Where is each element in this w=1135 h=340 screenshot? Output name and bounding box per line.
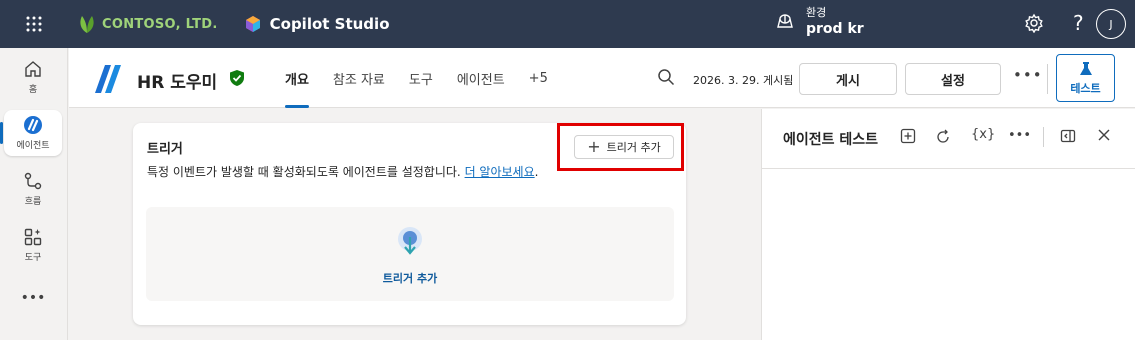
add-square-icon	[900, 128, 916, 144]
environment-value: prod kr	[806, 21, 864, 37]
contoso-logo-icon	[80, 16, 94, 33]
left-navigation: 홈 에이전트 흐름 도구 •••	[0, 48, 68, 340]
search-icon	[658, 69, 675, 86]
app-launcher-button[interactable]	[0, 0, 68, 48]
learn-more-link[interactable]: 더 알아보세요	[465, 165, 535, 179]
agent-avatar	[91, 65, 123, 97]
org-name: CONTOSO, LTD.	[102, 16, 218, 32]
test-button[interactable]: 테스트	[1056, 54, 1115, 102]
tab-overview[interactable]: 개요	[273, 48, 321, 108]
settings-button[interactable]	[1024, 13, 1044, 37]
close-panel-button[interactable]	[1097, 128, 1111, 146]
panel-more-button[interactable]: •••	[1008, 128, 1031, 143]
highlight-box	[557, 123, 684, 171]
nav-more-button[interactable]: •••	[4, 278, 62, 318]
nav-item-agents[interactable]: 에이전트	[4, 110, 62, 156]
gear-icon	[1025, 13, 1043, 34]
product-name: Copilot Studio	[269, 15, 390, 33]
published-status: 2026. 3. 29. 게시됨	[693, 74, 794, 87]
nav-item-home[interactable]: 홈	[4, 54, 62, 100]
avatar[interactable]: J	[1096, 9, 1126, 39]
help-button[interactable]: ?	[1073, 11, 1084, 35]
shield-check-icon	[230, 70, 244, 86]
card-description: 특정 이벤트가 발생할 때 활성화되도록 에이전트를 설정합니다. 더 알아보세…	[147, 165, 539, 179]
agent-logo-icon	[95, 65, 121, 93]
test-panel-header: 에이전트 테스트 {x} •••	[762, 109, 1135, 169]
tab-agents[interactable]: 에이전트	[445, 48, 517, 108]
test-panel-title: 에이전트 테스트	[783, 132, 879, 148]
new-chat-button[interactable]	[900, 128, 916, 148]
card-title: 트리거	[147, 142, 183, 157]
main-content: 트리거 + 트리거 추가 특정 이벤트가 발생할 때 활성화되도록 에이전트를 …	[69, 109, 761, 340]
flow-icon	[24, 172, 42, 190]
product-title[interactable]: Copilot Studio	[244, 15, 390, 33]
agent-settings-button[interactable]: 설정	[905, 63, 1001, 95]
search-button[interactable]	[657, 68, 675, 90]
trigger-empty-state[interactable]: 트리거 추가	[146, 207, 674, 301]
close-icon	[1098, 129, 1110, 141]
org-brand: CONTOSO, LTD.	[76, 13, 218, 35]
verified-badge	[229, 69, 245, 91]
description-text: 특정 이벤트가 발생할 때 활성화되도록 에이전트를 설정합니다.	[147, 165, 461, 179]
tab-more[interactable]: +5	[517, 48, 560, 108]
more-options-button[interactable]: •••	[1013, 66, 1043, 84]
divider	[1047, 64, 1048, 94]
agent-tabs: 개요 참조 자료 도구 에이전트 +5	[273, 48, 560, 108]
nav-item-label: 도구	[24, 253, 42, 263]
flask-icon	[1079, 61, 1092, 75]
nav-item-flows[interactable]: 흐름	[4, 166, 62, 212]
variables-button[interactable]: {x}	[971, 127, 995, 142]
waffle-icon	[26, 16, 42, 32]
empty-add-trigger-label: 트리거 추가	[382, 272, 438, 285]
environment-icon	[777, 14, 793, 28]
tab-knowledge[interactable]: 참조 자료	[321, 48, 397, 108]
refresh-button[interactable]	[934, 128, 952, 150]
agent-header: HR 도우미 개요 참조 자료 도구 에이전트 +5 2026. 3. 29. …	[69, 48, 1135, 108]
collapse-panel-button[interactable]	[1060, 128, 1076, 148]
copilot-studio-logo-icon	[245, 16, 260, 32]
environment-label: 환경	[806, 6, 827, 19]
trigger-illustration	[394, 225, 426, 265]
agent-name: HR 도우미	[137, 73, 218, 93]
panel-collapse-icon	[1060, 129, 1076, 143]
tools-icon	[24, 228, 42, 246]
test-button-label: 테스트	[1070, 81, 1101, 95]
tab-tools[interactable]: 도구	[397, 48, 445, 108]
publish-button[interactable]: 게시	[799, 63, 897, 95]
nav-item-label: 흐름	[24, 197, 42, 207]
agent-icon	[24, 116, 42, 134]
nav-active-indicator	[0, 122, 3, 144]
nav-item-label: 홈	[28, 85, 38, 95]
refresh-icon	[937, 129, 949, 143]
trigger-icon	[398, 227, 422, 255]
nav-item-tools[interactable]: 도구	[4, 222, 62, 268]
divider	[1043, 127, 1044, 147]
environment-picker[interactable]: 환경 prod kr	[776, 5, 864, 37]
top-header: CONTOSO, LTD. Copilot Studio 환경 prod kr …	[0, 0, 1135, 48]
home-icon	[25, 61, 41, 77]
nav-item-label: 에이전트	[16, 141, 50, 151]
test-panel: 에이전트 테스트 {x} •••	[761, 109, 1135, 340]
